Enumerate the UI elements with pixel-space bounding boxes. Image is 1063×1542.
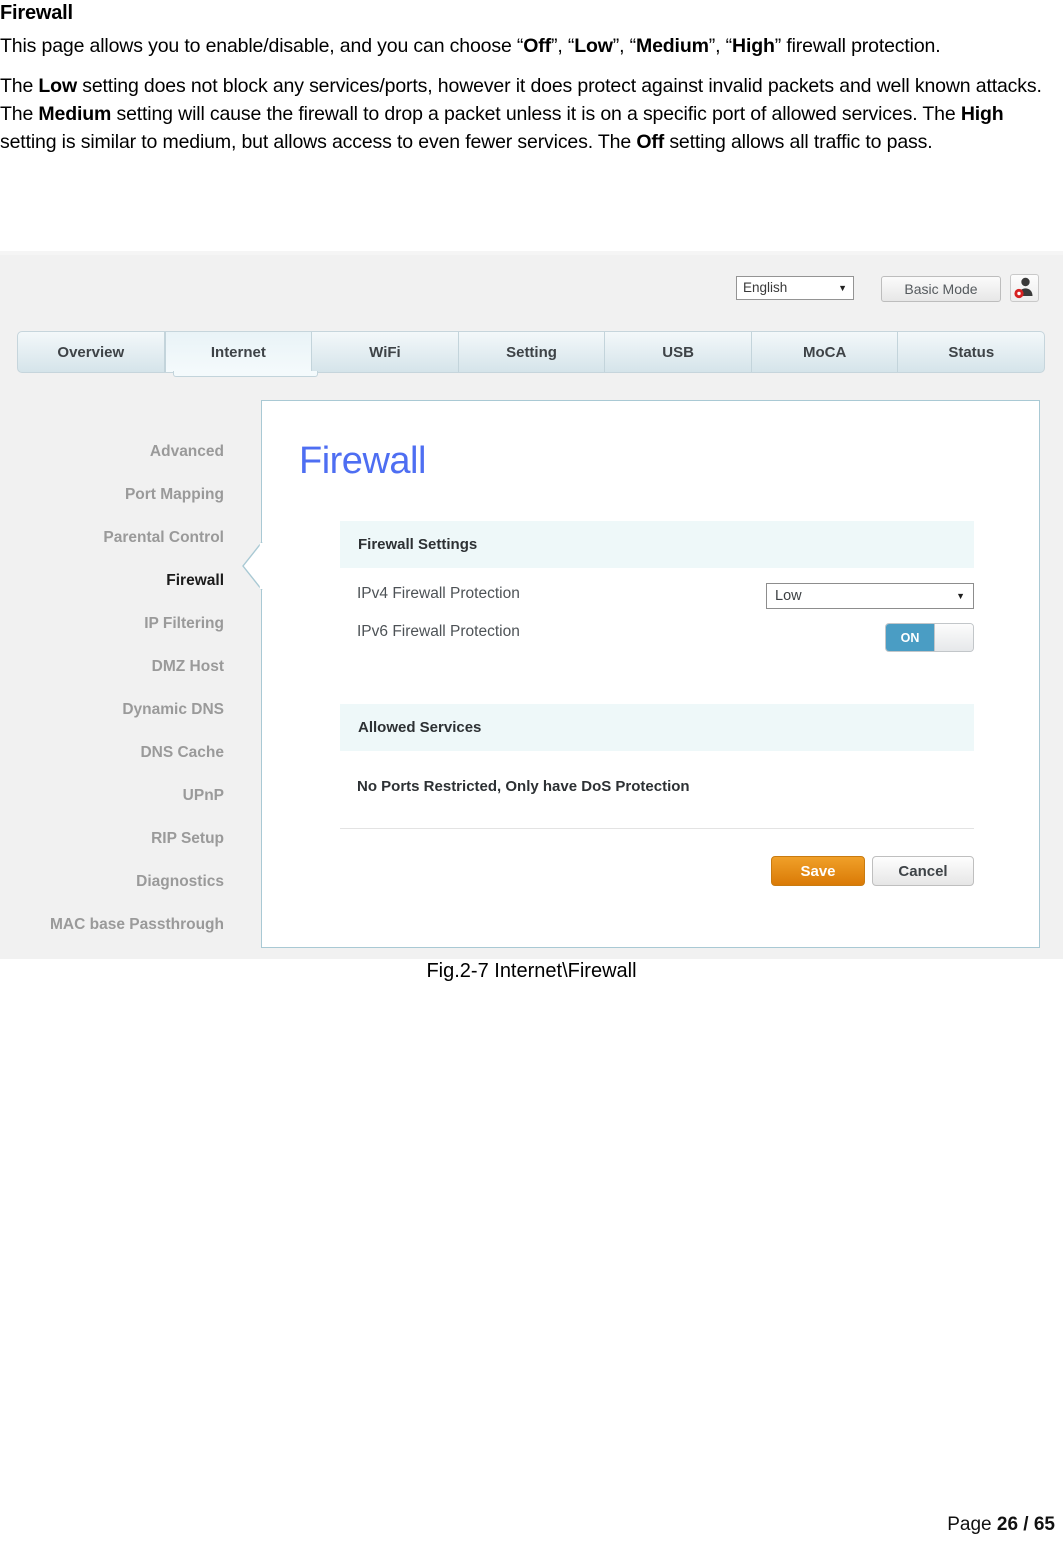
sidebar-item-label: Dynamic DNS [122,701,224,718]
toggle-knob [934,624,973,651]
basic-mode-button[interactable]: Basic Mode [881,276,1001,302]
settings-paragraph-seg-4: setting will cause the firewall to drop … [111,103,961,125]
ipv6-toggle-state-label: ON [886,624,934,651]
section-header-allowed-services: Allowed Services [340,704,974,751]
sidebar-item-dmz-host[interactable]: DMZ Host [0,645,232,688]
language-select[interactable]: English ▼ [736,276,854,300]
page-footer-number: 26 / 65 [996,1514,1055,1535]
sidebar-item-dynamic-dns[interactable]: Dynamic DNS [0,688,232,731]
ipv4-firewall-protection-select[interactable]: Low ▼ [766,583,974,609]
tab-moca[interactable]: MoCA [752,332,899,372]
sidebar-item-advanced[interactable]: Advanced [0,430,232,473]
panel-pointer-notch [241,541,263,591]
intro-paragraph-seg-8: ” firewall protection. [774,35,941,57]
settings-paragraph-seg-7: Off [636,131,665,153]
sidebar-item-label: DNS Cache [140,744,224,761]
ipv4-firewall-protection-label: IPv4 Firewall Protection [357,585,520,602]
sidebar-item-label: Firewall [166,572,224,589]
cancel-button-label: Cancel [898,862,948,880]
sidebar-item-label: Parental Control [103,529,224,546]
tab-label: WiFi [369,343,401,361]
figure-caption: Fig.2-7 Internet\Firewall [426,960,637,982]
intro-paragraph: This page allows you to enable/disable, … [0,32,1063,60]
ipv6-firewall-protection-toggle[interactable]: ON [885,623,974,652]
sidebar-item-firewall[interactable]: Firewall [0,559,232,602]
tab-label: Status [948,343,995,361]
ipv4-firewall-protection-value: Low [775,588,802,604]
allowed-services-text: No Ports Restricted, Only have DoS Prote… [357,778,690,795]
settings-paragraph-seg-0: The [0,75,39,97]
tab-label: Overview [57,343,125,361]
sidebar-item-label: Advanced [149,443,224,460]
tab-usb[interactable]: USB [605,332,752,372]
document-body: Firewall This page allows you to enable/… [0,0,1063,168]
page-title: Firewall [0,2,73,24]
sidebar-item-label: UPnP [182,787,224,804]
settings-paragraph-seg-8: setting allows all traffic to pass. [664,131,933,153]
settings-paragraph-seg-3: Medium [38,103,112,125]
settings-paragraph-seg-5: High [960,103,1004,125]
tab-wifi[interactable]: WiFi [312,332,459,372]
form-divider [340,828,974,829]
sidebar-item-mac-base-passthrough[interactable]: MAC base Passthrough [0,903,232,946]
page-footer: Page 26 / 65 [947,1514,1055,1536]
screenshot-top-strip [0,251,1063,255]
main-nav-tabs[interactable]: Overview Internet WiFi Setting USB MoCA Status [17,331,1045,373]
save-button[interactable]: Save [771,856,865,886]
sidebar-item-rip-setup[interactable]: RIP Setup [0,817,232,860]
sidebar-item-label: Port Mapping [124,486,224,503]
intro-paragraph-seg-4: ”, “ [612,35,636,57]
sidebar-item-label: DMZ Host [151,658,224,675]
section-header-firewall-settings: Firewall Settings [340,521,974,568]
tab-overview[interactable]: Overview [18,332,165,372]
sidebar-item-label: Diagnostics [136,873,224,890]
sidebar-item-label: IP Filtering [144,615,224,632]
intro-paragraph-seg-2: ”, “ [550,35,575,57]
sidebar-item-label: RIP Setup [151,830,224,847]
language-select-value: English [743,280,788,296]
tab-internet[interactable]: Internet [164,332,313,372]
sidebar-item-port-mapping[interactable]: Port Mapping [0,473,232,516]
ipv6-firewall-protection-label: IPv6 Firewall Protection [357,623,520,640]
intro-paragraph-seg-1: Off [523,35,551,57]
active-tab-underhang [173,371,318,377]
intro-paragraph-seg-6: ”, “ [708,35,733,57]
chevron-down-icon: ▼ [956,591,965,601]
sidebar-item-diagnostics[interactable]: Diagnostics [0,860,232,903]
user-settings-icon[interactable] [1010,274,1039,302]
sidebar-item-upnp[interactable]: UPnP [0,774,232,817]
intro-paragraph-seg-7: High [732,35,775,57]
tab-status[interactable]: Status [898,332,1044,372]
sidebar-menu[interactable]: Advanced Port Mapping Parental Control Fire… [0,430,232,946]
tab-label: MoCA [803,343,847,361]
save-button-label: Save [800,862,836,880]
tab-label: Internet [210,343,266,361]
sidebar-item-dns-cache[interactable]: DNS Cache [0,731,232,774]
sidebar-item-label: MAC base Passthrough [50,916,224,933]
chevron-down-icon: ▼ [838,282,847,293]
intro-paragraph-seg-5: Medium [636,35,709,57]
settings-description-paragraph: The Low setting does not block any servi… [0,72,1063,156]
sidebar-item-ip-filtering[interactable]: IP Filtering [0,602,232,645]
page-footer-prefix: Page [947,1514,997,1535]
sidebar-item-parental-control[interactable]: Parental Control [0,516,232,559]
cancel-button[interactable]: Cancel [872,856,974,886]
settings-paragraph-seg-1: Low [38,75,77,97]
tab-setting[interactable]: Setting [459,332,606,372]
section-header-firewall-settings-label: Firewall Settings [358,536,478,553]
intro-paragraph-seg-3: Low [574,35,613,57]
section-header-allowed-services-label: Allowed Services [358,719,482,736]
tab-label: USB [662,343,694,361]
tab-label: Setting [506,343,557,361]
panel-title: Firewall [299,440,426,482]
basic-mode-label: Basic Mode [904,281,978,297]
settings-paragraph-seg-6: setting is similar to medium, but allows… [0,131,637,153]
intro-paragraph-seg-0: This page allows you to enable/disable, … [0,35,524,57]
